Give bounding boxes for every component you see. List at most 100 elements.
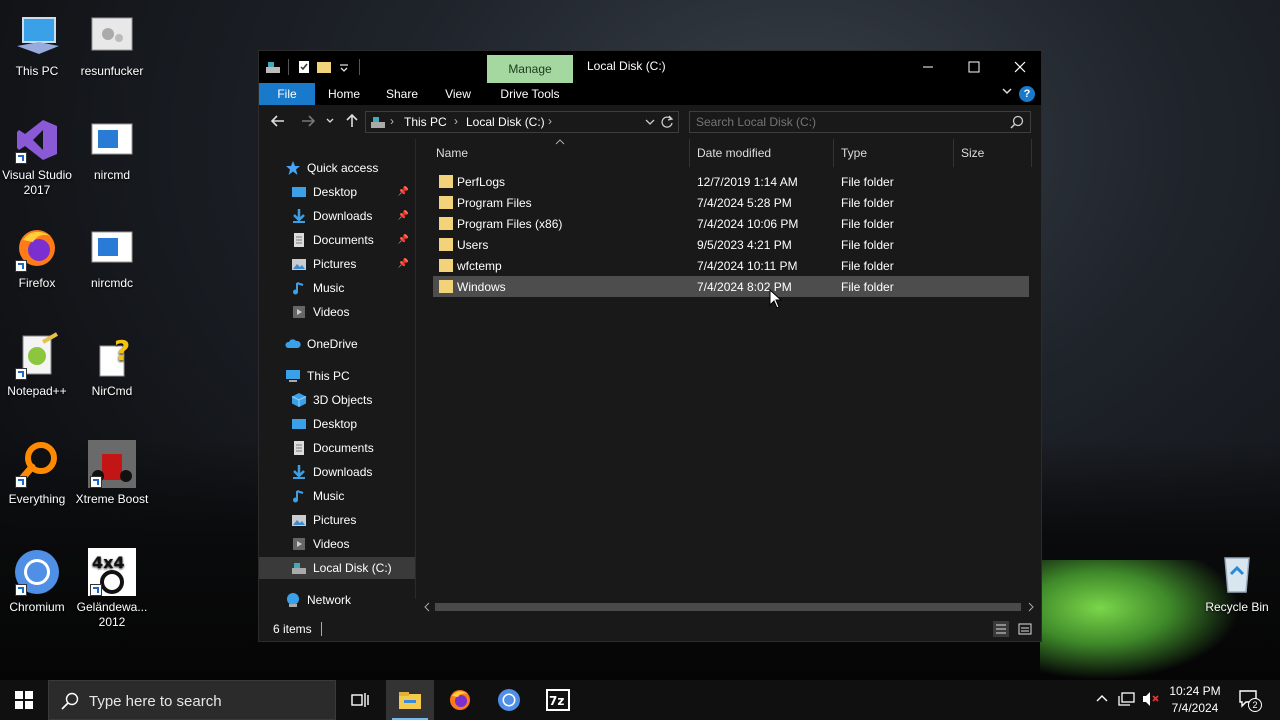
new-folder-icon[interactable] xyxy=(316,59,332,75)
nav-pc-music[interactable]: Music xyxy=(259,485,415,507)
maximize-button[interactable] xyxy=(951,51,997,83)
taskbar-search-box[interactable]: Type here to search xyxy=(48,680,336,720)
desktop-icon-recycle-bin[interactable]: Recycle Bin xyxy=(1200,548,1274,615)
breadcrumb-separator-icon[interactable]: › xyxy=(548,114,552,128)
desktop-icon-xtreme-boost[interactable]: Xtreme Boost xyxy=(75,440,149,507)
column-separator[interactable] xyxy=(953,139,954,167)
desktop-icon-visual-studio[interactable]: Visual Studio 2017 xyxy=(0,116,74,198)
recent-locations-button[interactable] xyxy=(325,114,335,132)
manage-contextual-tab[interactable]: Manage xyxy=(487,55,573,83)
nav-quick-videos[interactable]: Videos xyxy=(259,301,415,323)
up-button[interactable] xyxy=(345,113,359,132)
close-button[interactable] xyxy=(997,51,1043,83)
taskbar-chromium[interactable] xyxy=(485,680,533,720)
refresh-button[interactable] xyxy=(660,115,674,132)
nav-network[interactable]: Network xyxy=(259,589,415,611)
expand-ribbon-chevron-icon[interactable] xyxy=(1001,85,1013,100)
pin-icon[interactable]: 📌 xyxy=(398,258,409,269)
address-history-chevron-icon[interactable] xyxy=(644,116,656,131)
file-row[interactable]: PerfLogs 12/7/2019 1:14 AM File folder xyxy=(433,171,1029,192)
desktop-icon-nircmdc[interactable]: nircmdc xyxy=(75,224,149,291)
task-view-button[interactable] xyxy=(336,680,384,720)
breadcrumb-separator-icon[interactable]: › xyxy=(454,114,458,128)
desktop-icon-notepad-plus-plus[interactable]: Notepad++ xyxy=(0,332,74,399)
action-center-button[interactable]: 2 xyxy=(1238,688,1262,713)
properties-icon[interactable] xyxy=(296,59,312,75)
desktop-icon-this-pc[interactable]: This PC xyxy=(0,12,74,79)
forward-button[interactable] xyxy=(301,114,316,132)
nav-this-pc[interactable]: This PC xyxy=(259,365,415,387)
tab-drive-tools[interactable]: Drive Tools xyxy=(493,83,567,105)
nav-pc-local-disk[interactable]: Local Disk (C:) xyxy=(259,557,415,579)
address-bar[interactable]: › This PC › Local Disk (C:) › xyxy=(365,111,679,133)
column-header-name[interactable]: Name xyxy=(436,139,468,167)
tab-file[interactable]: File xyxy=(259,83,315,105)
back-button[interactable] xyxy=(270,114,285,132)
nav-pc-videos[interactable]: Videos xyxy=(259,533,415,555)
nav-quick-access[interactable]: Quick access xyxy=(259,157,415,179)
taskbar-firefox[interactable] xyxy=(436,680,484,720)
tab-view[interactable]: View xyxy=(433,83,483,105)
pin-icon[interactable]: 📌 xyxy=(398,210,409,221)
horizontal-scrollbar[interactable] xyxy=(419,599,1039,615)
nav-onedrive[interactable]: OneDrive xyxy=(259,333,415,355)
nav-quick-desktop[interactable]: Desktop 📌 xyxy=(259,181,415,203)
tab-share[interactable]: Share xyxy=(377,83,427,105)
desktop-icon-everything[interactable]: Everything xyxy=(0,440,74,507)
show-hidden-icons-chevron-icon[interactable] xyxy=(1096,691,1108,707)
customize-chevron-down-icon[interactable] xyxy=(336,59,352,75)
sort-ascending-icon xyxy=(555,137,565,148)
nav-pc-downloads[interactable]: Downloads xyxy=(259,461,415,483)
taskbar-7zip[interactable]: 7z xyxy=(534,680,582,720)
file-row[interactable]: Users 9/5/2023 4:21 PM File folder xyxy=(433,234,1029,255)
column-separator[interactable] xyxy=(1031,139,1032,167)
tab-home[interactable]: Home xyxy=(319,83,369,105)
desktop-icon-nircmd[interactable]: nircmd xyxy=(75,116,149,183)
nav-quick-pictures[interactable]: Pictures 📌 xyxy=(259,253,415,275)
nav-pc-3d-objects[interactable]: 3D Objects xyxy=(259,389,415,411)
taskbar-file-explorer[interactable] xyxy=(386,680,434,720)
scroll-left-icon[interactable] xyxy=(423,602,431,612)
help-icon[interactable]: ? xyxy=(1019,86,1035,102)
title-bar[interactable]: Manage Local Disk (C:) xyxy=(259,51,1041,83)
desktop-icon-gelandewagen[interactable]: 4x4 Geländewa... 2012 xyxy=(75,548,149,630)
large-icons-view-button[interactable] xyxy=(1017,621,1033,637)
nav-quick-documents[interactable]: Documents 📌 xyxy=(259,229,415,251)
nav-label: Documents xyxy=(313,233,374,247)
system-clock[interactable]: 10:24 PM 7/4/2024 xyxy=(1164,683,1226,717)
details-view-button[interactable] xyxy=(993,621,1009,637)
column-header-date-modified[interactable]: Date modified xyxy=(697,139,771,167)
desktop-icon-chromium[interactable]: Chromium xyxy=(0,548,74,615)
desktop-icon-resunfucker[interactable]: resunfucker xyxy=(75,12,149,79)
breadcrumb-this-pc[interactable]: This PC xyxy=(404,115,447,129)
file-row-selected[interactable]: Windows 7/4/2024 8:02 PM File folder xyxy=(433,276,1029,297)
search-input[interactable] xyxy=(696,114,996,130)
nav-pc-documents[interactable]: Documents xyxy=(259,437,415,459)
nav-pc-desktop[interactable]: Desktop xyxy=(259,413,415,435)
nav-pane-divider[interactable] xyxy=(415,139,416,599)
network-status-icon[interactable] xyxy=(1118,691,1136,710)
minimize-button[interactable] xyxy=(905,51,951,83)
start-button[interactable] xyxy=(0,680,48,720)
pin-icon[interactable]: 📌 xyxy=(398,234,409,245)
file-row[interactable]: Program Files 7/4/2024 5:28 PM File fold… xyxy=(433,192,1029,213)
column-header-size[interactable]: Size xyxy=(961,139,984,167)
column-separator[interactable] xyxy=(689,139,690,167)
breadcrumb-local-disk[interactable]: Local Disk (C:) xyxy=(466,115,545,129)
desktop-icon-firefox[interactable]: Firefox xyxy=(0,224,74,291)
volume-muted-icon[interactable] xyxy=(1142,691,1160,710)
column-header-type[interactable]: Type xyxy=(841,139,867,167)
nav-pc-pictures[interactable]: Pictures xyxy=(259,509,415,531)
pin-icon[interactable]: 📌 xyxy=(398,186,409,197)
column-separator[interactable] xyxy=(833,139,834,167)
breadcrumb-separator-icon[interactable]: › xyxy=(390,114,394,128)
nav-quick-downloads[interactable]: Downloads 📌 xyxy=(259,205,415,227)
file-explorer-window[interactable]: Manage Local Disk (C:) File Home Share V… xyxy=(258,50,1042,642)
search-box[interactable] xyxy=(689,111,1031,133)
desktop-icon-nircmd-help[interactable]: ? NirCmd xyxy=(75,332,149,399)
scroll-right-icon[interactable] xyxy=(1027,602,1035,612)
file-row[interactable]: wfctemp 7/4/2024 10:11 PM File folder xyxy=(433,255,1029,276)
file-row[interactable]: Program Files (x86) 7/4/2024 10:06 PM Fi… xyxy=(433,213,1029,234)
scrollbar-thumb[interactable] xyxy=(435,603,1021,611)
nav-quick-music[interactable]: Music xyxy=(259,277,415,299)
